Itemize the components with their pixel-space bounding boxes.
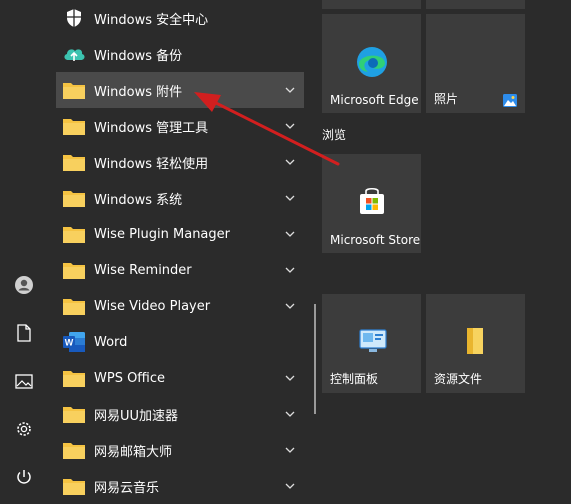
app-folder-netease-uu[interactable]: 网易UU加速器 xyxy=(56,396,304,432)
app-label: Windows 备份 xyxy=(94,48,183,64)
folder-icon xyxy=(62,78,86,102)
app-folder-netease-music[interactable]: 网易云音乐 xyxy=(56,468,304,504)
pictures-button[interactable] xyxy=(8,365,40,397)
chevron-down-icon[interactable] xyxy=(284,480,296,492)
svg-text:W: W xyxy=(65,338,74,348)
chevron-down-icon[interactable] xyxy=(284,120,296,132)
app-label: 网易UU加速器 xyxy=(94,408,179,424)
app-folder-windows-admin-tools[interactable]: Windows 管理工具 xyxy=(56,108,304,144)
app-label: Windows 附件 xyxy=(94,84,183,100)
tile-microsoft-store[interactable]: Microsoft Store xyxy=(322,154,421,253)
app-word[interactable]: W Word xyxy=(56,324,304,360)
document-icon xyxy=(17,324,31,342)
app-label: Wise Video Player xyxy=(94,298,211,314)
tile-partial-top-right[interactable] xyxy=(426,0,525,9)
app-folder-windows-system[interactable]: Windows 系统 xyxy=(56,180,304,216)
folder-icon xyxy=(62,474,86,498)
folder-icon xyxy=(62,222,86,246)
chevron-down-icon[interactable] xyxy=(284,300,296,312)
chevron-down-icon[interactable] xyxy=(284,444,296,456)
app-label: Word xyxy=(94,334,128,350)
store-icon xyxy=(360,187,384,214)
folder-icon xyxy=(62,114,86,138)
tile-label: 控制面板 xyxy=(330,372,379,386)
user-icon xyxy=(15,276,33,294)
app-list-scrollbar[interactable] xyxy=(314,304,316,414)
tile-label: 资源文件 xyxy=(434,372,483,386)
file-explorer-icon xyxy=(467,328,483,354)
app-list: Windows 安全中心 Windows 备份 Windows 附件 Windo… xyxy=(56,0,306,496)
tile-control-panel[interactable]: 控制面板 xyxy=(322,294,421,393)
folder-icon xyxy=(62,258,86,282)
app-windows-security[interactable]: Windows 安全中心 xyxy=(56,0,304,36)
tile-label: Microsoft Edge xyxy=(330,93,419,107)
app-folder-wps-office[interactable]: WPS Office xyxy=(56,360,304,396)
chevron-down-icon[interactable] xyxy=(284,228,296,240)
settings-button[interactable] xyxy=(8,413,40,445)
tile-photos[interactable]: 照片 xyxy=(426,14,525,113)
shield-icon xyxy=(62,6,86,30)
app-folder-windows-accessories[interactable]: Windows 附件 xyxy=(56,72,304,108)
chevron-down-icon[interactable] xyxy=(284,84,296,96)
app-folder-windows-ease-of-access[interactable]: Windows 轻松使用 xyxy=(56,144,304,180)
user-account-button[interactable] xyxy=(8,269,40,301)
app-label: Windows 安全中心 xyxy=(94,12,209,28)
word-icon: W xyxy=(62,330,86,354)
app-folder-netease-mail[interactable]: 网易邮箱大师 xyxy=(56,432,304,468)
power-button[interactable] xyxy=(8,461,40,493)
folder-icon xyxy=(62,366,86,390)
folder-icon xyxy=(62,294,86,318)
control-panel-icon xyxy=(359,329,387,352)
cloud-backup-icon xyxy=(62,42,86,66)
app-folder-wise-reminder[interactable]: Wise Reminder xyxy=(56,252,304,288)
tile-label: 照片 xyxy=(434,92,459,106)
app-label: Windows 轻松使用 xyxy=(94,156,209,172)
chevron-down-icon[interactable] xyxy=(284,408,296,420)
tile-microsoft-edge[interactable]: Microsoft Edge xyxy=(322,14,421,113)
chevron-down-icon[interactable] xyxy=(284,372,296,384)
photos-icon xyxy=(503,94,517,107)
app-folder-wise-video-player[interactable]: Wise Video Player xyxy=(56,288,304,324)
app-label: Windows 系统 xyxy=(94,192,183,208)
power-icon xyxy=(17,470,31,484)
edge-icon xyxy=(357,47,387,77)
app-label: Wise Plugin Manager xyxy=(94,226,230,242)
folder-icon xyxy=(62,438,86,462)
folder-icon xyxy=(62,402,86,426)
pictures-icon xyxy=(15,373,33,389)
app-label: 网易云音乐 xyxy=(94,480,160,496)
tile-partial-top-left[interactable] xyxy=(322,0,421,9)
tile-group-label[interactable]: 浏览 xyxy=(322,126,346,143)
tile-file-explorer[interactable]: 资源文件 xyxy=(426,294,525,393)
app-folder-wise-plugin-manager[interactable]: Wise Plugin Manager xyxy=(56,216,304,252)
chevron-down-icon[interactable] xyxy=(284,156,296,168)
chevron-down-icon[interactable] xyxy=(284,264,296,276)
folder-icon xyxy=(62,186,86,210)
chevron-down-icon[interactable] xyxy=(284,192,296,204)
tiles-area: Microsoft Edge 照片 浏览 Microsoft Store 控制面… xyxy=(318,0,571,487)
app-label: WPS Office xyxy=(94,370,166,386)
folder-icon xyxy=(62,150,86,174)
start-left-rail xyxy=(0,0,48,487)
app-label: Wise Reminder xyxy=(94,262,192,278)
documents-button[interactable] xyxy=(8,317,40,349)
tile-label: Microsoft Store xyxy=(330,233,421,247)
app-label: Windows 管理工具 xyxy=(94,120,209,136)
settings-icon xyxy=(17,422,31,436)
app-windows-backup[interactable]: Windows 备份 xyxy=(56,36,304,72)
app-label: 网易邮箱大师 xyxy=(94,444,173,460)
